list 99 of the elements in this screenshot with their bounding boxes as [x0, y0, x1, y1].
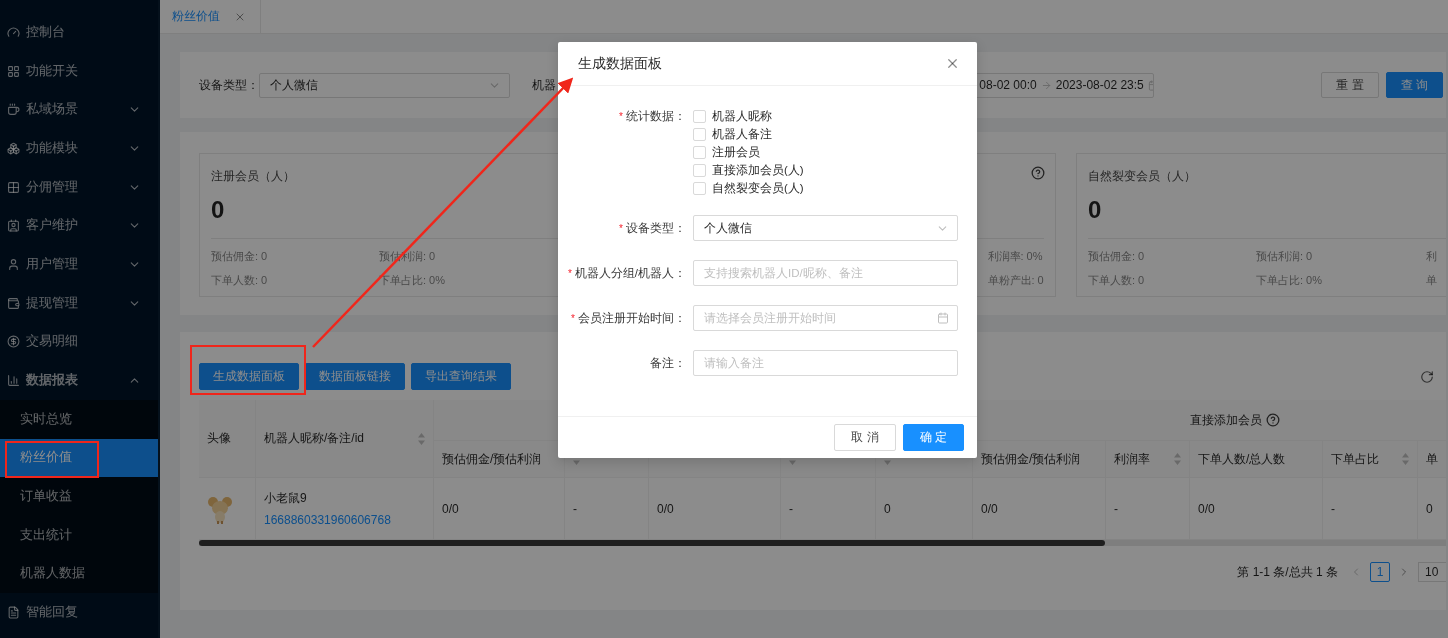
checkbox-option[interactable]: 注册会员 — [693, 145, 958, 160]
gauge-icon — [7, 25, 20, 39]
wallet-icon — [7, 296, 20, 310]
form-label: * 设备类型： — [618, 220, 687, 236]
header-text: 下单占比 — [1331, 450, 1379, 468]
reset-button[interactable]: 重 置 — [1321, 72, 1379, 98]
header-text: 预估佣金/预估利润 — [981, 450, 1081, 468]
scrollbar-thumb[interactable] — [199, 540, 1105, 546]
close-icon[interactable] — [945, 56, 960, 71]
menu-item[interactable]: 数据报表 — [0, 361, 158, 400]
menu-item[interactable]: 支出统计 — [0, 515, 158, 555]
stat-metric: 单粉产出: 0 — [987, 273, 1044, 288]
contact-card-icon — [7, 219, 20, 233]
date-field[interactable]: 请选择会员注册开始时间 — [693, 305, 958, 331]
calendar-icon — [937, 312, 949, 324]
page-size-select[interactable]: 10 — [1418, 562, 1446, 582]
sort-icon[interactable] — [418, 432, 425, 445]
confirm-button[interactable]: 确 定 — [902, 424, 964, 451]
menu-item[interactable]: 粉丝价值 — [0, 438, 158, 478]
page-button[interactable]: 1 — [1370, 562, 1390, 582]
menu-item[interactable]: 客户维护 — [0, 206, 158, 246]
stat-metric: 下单占比: 0% — [1256, 273, 1323, 288]
help-icon[interactable] — [1031, 166, 1045, 180]
pagination-summary: 第 1-1 条/总共 1 条 — [1237, 563, 1338, 581]
stat-metric: 预估佣金: 0 — [211, 249, 269, 264]
form-label: * 机器人分组/机器人： — [566, 265, 687, 281]
menu-item[interactable]: 订单收益 — [0, 477, 158, 516]
menu-item[interactable]: 功能模块 — [0, 129, 158, 168]
help-icon[interactable] — [1266, 413, 1280, 427]
header-text: 机器人昵称/备注/id — [264, 430, 364, 447]
stat-metric: 利 — [1426, 249, 1438, 264]
form-label: 备注： — [649, 355, 687, 371]
checkbox-label: 自然裂变会员(人) — [712, 181, 804, 196]
checkbox-option[interactable]: 机器人昵称 — [693, 109, 958, 124]
robot-name: 小老鼠9 — [264, 490, 308, 507]
stat-metric: 预估佣金: 0 — [1088, 249, 1146, 264]
select-field[interactable]: 个人微信 — [693, 215, 958, 241]
field-label: 设备类型： — [199, 76, 259, 94]
stat-value: 0 — [211, 195, 226, 225]
scrollbar-track[interactable] — [199, 540, 1446, 546]
menu-item[interactable]: 交易明细 — [0, 322, 158, 362]
checkbox-label: 机器人昵称 — [712, 109, 772, 124]
cancel-button[interactable]: 取 消 — [834, 424, 896, 451]
field-label: 机器 — [532, 76, 556, 94]
stat-metric: 下单占比: 0% — [379, 273, 446, 288]
header-text: 直接添加会员 — [1190, 411, 1262, 429]
form-label: * 会员注册开始时间： — [570, 310, 687, 326]
stat-title: 注册会员（人） — [211, 168, 296, 185]
header-text: 单 — [1426, 450, 1438, 468]
device-type-select[interactable]: 个人微信 — [259, 72, 510, 98]
checkbox-option[interactable]: 机器人备注 — [693, 127, 958, 142]
checkbox[interactable] — [693, 110, 706, 123]
checkbox-label: 直接添加会员(人) — [712, 163, 804, 178]
header-text: 预估佣金/预估利润 — [442, 450, 542, 468]
stat-metric: 下单人数: 0 — [211, 273, 269, 288]
arrow-right-icon — [1040, 79, 1052, 91]
search-button[interactable]: 查 询 — [1385, 72, 1443, 98]
action-button[interactable]: 数据面板链接 — [305, 363, 405, 390]
bar-chart-icon — [7, 374, 20, 388]
input-field[interactable]: 支持搜索机器人ID/昵称、备注 — [693, 260, 958, 286]
stat-value: 0 — [1088, 195, 1103, 225]
menu-item[interactable]: 机器人数据 — [0, 554, 158, 594]
dialog-title: 生成数据面板 — [578, 54, 662, 73]
document-icon — [7, 606, 20, 620]
checkbox[interactable] — [693, 164, 706, 177]
boxes-icon — [7, 141, 20, 155]
action-button[interactable]: 导出查询结果 — [411, 363, 511, 390]
menu-item[interactable]: 提现管理 — [0, 283, 158, 323]
menu-item[interactable]: 用户管理 — [0, 245, 158, 284]
header-text: 利润率 — [1114, 450, 1150, 468]
grid-icon — [7, 64, 20, 78]
menu-item[interactable]: 私域场景 — [0, 90, 158, 130]
stat-metric: 单 — [1426, 273, 1438, 288]
checkbox[interactable] — [693, 182, 706, 195]
sort-icon[interactable] — [1402, 453, 1409, 465]
stat-title: 自然裂变会员（人） — [1088, 168, 1197, 185]
coin-icon — [7, 335, 20, 349]
header-text: 头像 — [207, 430, 231, 447]
user-icon — [7, 257, 20, 271]
menu-item[interactable]: 功能开关 — [0, 51, 158, 91]
action-button[interactable]: 生成数据面板 — [199, 363, 299, 390]
form-label: * 统计数据： — [618, 109, 687, 124]
checkbox-label: 注册会员 — [712, 145, 760, 160]
checkbox[interactable] — [693, 146, 706, 159]
checkbox-option[interactable]: 自然裂变会员(人) — [693, 181, 958, 196]
grid-icon — [7, 180, 20, 194]
checkbox-label: 机器人备注 — [712, 127, 772, 142]
header-text: 下单人数/总人数 — [1198, 450, 1286, 468]
checkbox-option[interactable]: 直接添加会员(人) — [693, 163, 958, 178]
input-field[interactable]: 请输入备注 — [693, 350, 958, 376]
menu-item[interactable]: 智能回复 — [0, 593, 158, 632]
menu-item[interactable]: 实时总览 — [0, 399, 158, 439]
robot-id-link[interactable]: 1668860331960606768 — [264, 513, 425, 527]
checkbox[interactable] — [693, 128, 706, 141]
stat-metric: 下单人数: 0 — [1088, 273, 1146, 288]
menu-item[interactable]: 分佣管理 — [0, 167, 158, 207]
menu-item[interactable]: 控制台 — [0, 13, 158, 52]
cup-icon — [7, 103, 20, 117]
sort-icon[interactable] — [1174, 453, 1181, 465]
